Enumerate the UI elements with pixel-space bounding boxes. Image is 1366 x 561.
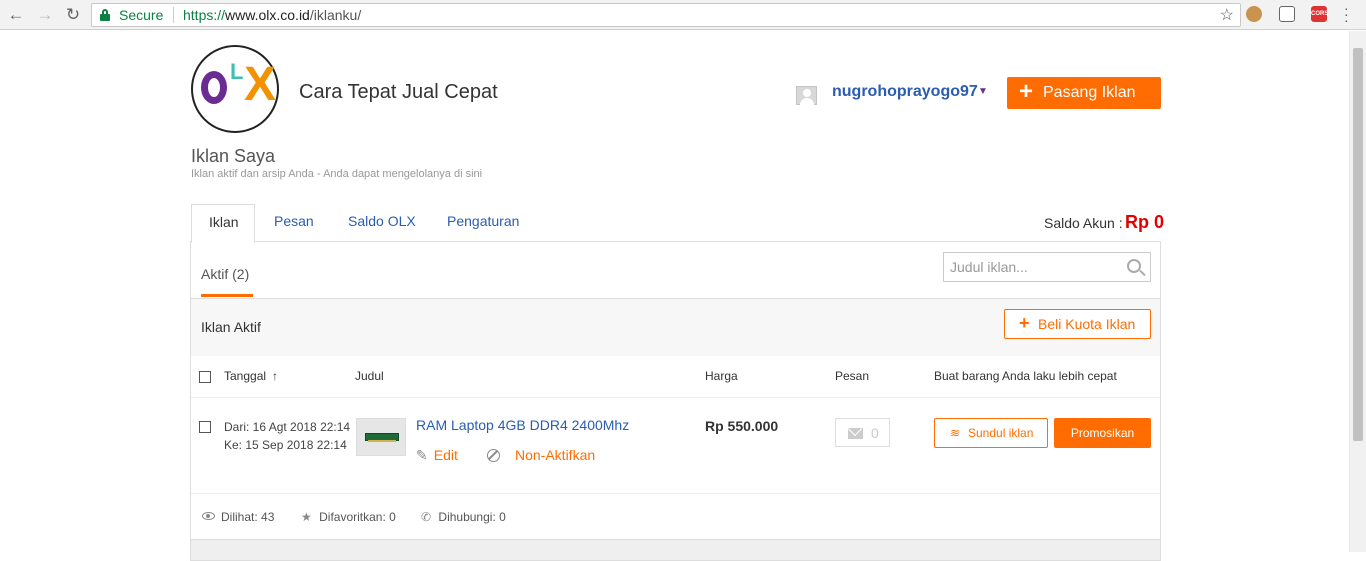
panel-footer <box>191 540 1160 560</box>
tab-iklan-label: Iklan <box>209 214 239 230</box>
ad-dates: Dari: 16 Agt 2018 22:14 Ke: 15 Sep 2018 … <box>224 418 350 454</box>
subtab-active-indicator <box>201 294 253 297</box>
star-icon: ★ <box>301 510 312 524</box>
eye-icon <box>202 512 215 520</box>
logo-letter-o <box>201 71 227 104</box>
page-title: Iklan Saya <box>191 146 276 166</box>
ban-icon <box>487 449 500 462</box>
envelope-icon <box>848 428 863 439</box>
logo-letter-x: X <box>244 58 277 111</box>
forward-arrow-icon[interactable]: → <box>35 5 55 25</box>
pencil-icon: ✎ <box>416 447 428 463</box>
messages-button[interactable]: 0 <box>835 418 890 447</box>
deactivate-link[interactable]: Non-Aktifkan <box>487 447 595 463</box>
subtab-aktif-label: Aktif <box>201 266 229 282</box>
column-date[interactable]: Tanggal ↑ <box>224 369 278 383</box>
bump-ad-label: Sundul iklan <box>968 426 1034 440</box>
favorites-stat: ★ Difavoritkan: 0 <box>301 510 396 524</box>
plus-icon: + <box>1019 313 1030 333</box>
edit-label: Edit <box>433 447 458 463</box>
favorites-label: Difavoritkan: 0 <box>319 510 396 524</box>
cors-extension-icon[interactable]: CORS <box>1311 6 1328 22</box>
ad-price: Rp 550.000 <box>705 418 779 434</box>
contacted-label: Dihubungi: 0 <box>438 510 506 524</box>
search-icon[interactable] <box>1127 259 1141 273</box>
ad-date-from: Dari: 16 Agt 2018 22:14 <box>224 420 351 434</box>
column-title: Judul <box>355 369 384 383</box>
back-arrow-icon[interactable]: ← <box>6 5 26 25</box>
caret-down-icon[interactable]: ▼ <box>978 86 988 97</box>
select-all-checkbox[interactable] <box>199 371 211 383</box>
olx-logo[interactable]: L X <box>191 45 279 133</box>
views-stat: Dilihat: 43 <box>202 510 274 524</box>
lock-icon <box>100 9 110 21</box>
browser-toolbar: ← → ↻ Secure https://www.olx.co.id/iklan… <box>0 0 1366 30</box>
plus-icon: + <box>1019 78 1034 105</box>
deactivate-label: Non-Aktifkan <box>515 447 596 463</box>
ad-stats: Dilihat: 43 ★ Difavoritkan: 0 ✆ Dihubung… <box>191 494 1160 540</box>
ad-thumbnail[interactable] <box>356 418 406 456</box>
table-row: Dari: 16 Agt 2018 22:14 Ke: 15 Sep 2018 … <box>191 398 1160 494</box>
tab-iklan[interactable]: Iklan <box>191 204 255 243</box>
column-price: Harga <box>705 369 738 383</box>
tab-pesan[interactable]: Pesan <box>274 213 314 229</box>
url-text: https://www.olx.co.id/iklanku/ <box>183 7 361 23</box>
browser-menu-icon[interactable]: · · · <box>1344 1 1349 27</box>
page-scrollbar[interactable] <box>1349 31 1366 552</box>
subtab-aktif[interactable]: Aktif (2) <box>201 266 249 282</box>
phone-icon: ✆ <box>421 510 432 524</box>
column-promote: Buat barang Anda laku lebih cepat <box>934 369 1117 383</box>
contacted-stat: ✆ Dihubungi: 0 <box>421 510 506 524</box>
message-count: 0 <box>871 425 879 441</box>
bump-icon: ≋ <box>950 426 961 440</box>
tab-saldo-olx[interactable]: Saldo OLX <box>348 213 416 229</box>
balance-value: Rp 0 <box>1125 212 1165 232</box>
active-ads-bar: Iklan Aktif + Beli Kuota Iklan <box>191 298 1160 356</box>
user-avatar[interactable] <box>796 86 817 105</box>
edit-link[interactable]: ✎ Edit <box>416 447 458 464</box>
column-messages: Pesan <box>835 369 870 383</box>
username-link[interactable]: nugrohoprayogo97 <box>832 83 978 101</box>
table-header: Tanggal ↑ Judul Harga Pesan Buat barang A… <box>191 356 1160 398</box>
active-ads-title: Iklan Aktif <box>201 319 261 335</box>
buy-quota-label: Beli Kuota Iklan <box>1038 316 1136 332</box>
address-bar[interactable]: Secure https://www.olx.co.id/iklanku/ ☆ <box>91 3 1241 27</box>
balance-label: Saldo Akun : <box>1044 215 1123 231</box>
reload-icon[interactable]: ↻ <box>63 5 83 25</box>
bump-ad-button[interactable]: ≋ Sundul iklan <box>934 418 1048 448</box>
url-path: /iklanku/ <box>309 7 362 23</box>
ad-date-to: Ke: 15 Sep 2018 22:14 <box>224 438 347 452</box>
logo-letter-l: L <box>230 59 244 84</box>
column-date-label: Tanggal <box>224 369 267 383</box>
url-scheme: https:// <box>183 7 226 23</box>
cookie-extension-icon[interactable] <box>1246 6 1262 22</box>
site-tagline: Cara Tepat Jual Cepat <box>299 81 498 103</box>
buy-quota-button[interactable]: + Beli Kuota Iklan <box>1004 309 1151 339</box>
row-checkbox[interactable] <box>199 421 211 433</box>
bookmark-star-icon[interactable]: ☆ <box>1220 5 1234 25</box>
promote-button[interactable]: Promosikan <box>1054 418 1151 448</box>
url-host: www.olx.co.id <box>225 7 310 23</box>
secure-label: Secure <box>119 7 164 23</box>
sort-up-arrow-icon: ↑ <box>272 369 279 383</box>
ad-search-box <box>943 252 1151 282</box>
omnibox-divider <box>173 7 174 23</box>
post-ad-button[interactable]: + Pasang Iklan <box>1007 77 1161 109</box>
views-label: Dilihat: 43 <box>221 510 275 524</box>
post-ad-label: Pasang Iklan <box>1043 84 1136 101</box>
chat-extension-icon[interactable] <box>1279 6 1295 22</box>
ad-title-link[interactable]: RAM Laptop 4GB DDR4 2400Mhz <box>416 417 629 433</box>
tab-pengaturan[interactable]: Pengaturan <box>447 213 519 229</box>
ad-search-input[interactable] <box>944 253 1124 281</box>
ads-panel: Aktif (2) Iklan Aktif + Beli Kuota Iklan… <box>190 241 1161 561</box>
subtab-aktif-count: (2) <box>232 266 250 282</box>
scrollbar-thumb[interactable] <box>1353 48 1363 441</box>
page-subtitle: Iklan aktif dan arsip Anda - Anda dapat … <box>191 168 483 180</box>
